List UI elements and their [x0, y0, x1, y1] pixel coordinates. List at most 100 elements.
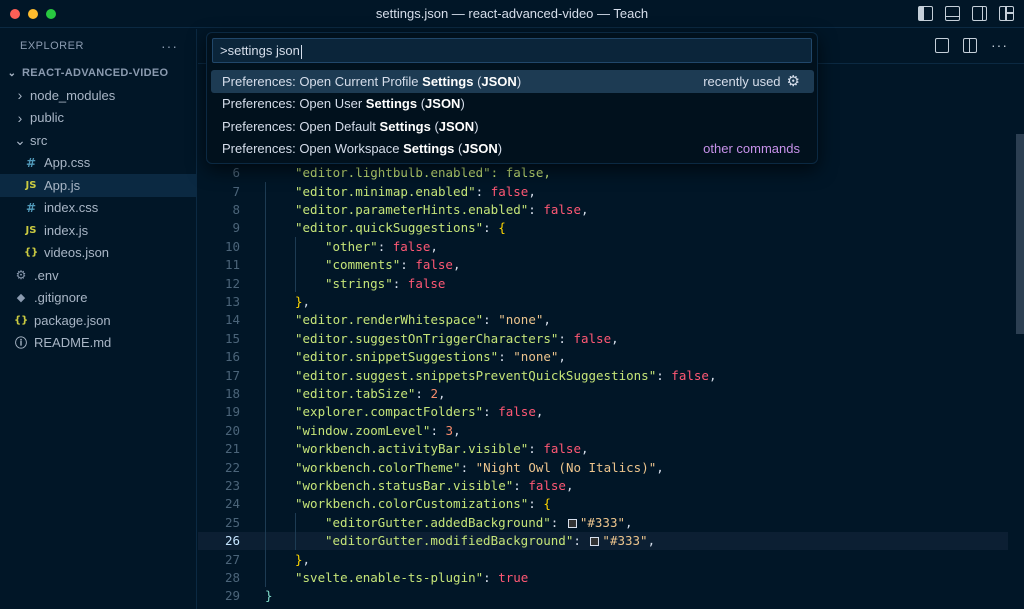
editor-scrollbar[interactable] [1016, 134, 1024, 334]
indent-guide [265, 200, 266, 219]
toggle-primary-sidebar-icon[interactable] [918, 6, 933, 21]
line-number: 24 [224, 496, 240, 512]
line-number: 25 [224, 514, 240, 530]
indent-guide [265, 531, 266, 550]
js-file-icon: JS [25, 179, 37, 191]
tree-item-gitignore[interactable]: ◆ .gitignore [0, 287, 196, 310]
code-token: : [656, 367, 672, 383]
line-number: 28 [224, 570, 240, 586]
line-number: 22 [224, 459, 240, 475]
command-palette-input[interactable]: >settings json [212, 38, 812, 63]
code-text: "workbench.colorTheme": "Night Owl (No I… [295, 460, 664, 475]
minimize-window-button[interactable] [28, 9, 38, 19]
tree-item-src[interactable]: ⌄ src [0, 129, 196, 152]
code-line: 6 "editor.lightbulb.enabled": false, [198, 164, 1008, 182]
code-token: } [265, 588, 273, 604]
code-token: "window.zoomLevel" [295, 422, 431, 438]
more-actions-icon[interactable]: ··· [991, 37, 1008, 53]
command-palette-item[interactable]: Preferences: Open Default Settings (JSON… [211, 115, 814, 138]
tree-item-readme-md[interactable]: ⓘ README.md [0, 332, 196, 355]
indent-guide [265, 476, 266, 495]
command-palette-item[interactable]: Preferences: Open Current Profile Settin… [211, 70, 814, 93]
command-palette-item[interactable]: Preferences: Open Workspace Settings (JS… [211, 138, 814, 161]
color-swatch-icon[interactable] [590, 537, 600, 547]
line-number: 13 [224, 294, 240, 310]
json-file-icon: {} [14, 314, 29, 326]
json-file-icon: {} [24, 247, 39, 259]
color-swatch-icon[interactable] [567, 518, 577, 528]
js-file-icon: JS [25, 224, 37, 236]
code-token: : [483, 404, 499, 420]
code-line: 19 "explorer.compactFolders": false, [198, 402, 1008, 422]
command-label: Preferences: Open User Settings (JSON) [222, 96, 465, 112]
project-folder[interactable]: ⌄ REACT-ADVANCED-VIDEO [0, 62, 196, 84]
indent-guide [265, 494, 266, 514]
code-token: "editor.suggestOnTriggerCharacters" [295, 330, 559, 346]
code-line: 16 "editor.snippetSuggestions": "none", [198, 347, 1008, 366]
code-text: }, [295, 552, 310, 567]
tree-item-index-js[interactable]: JS index.js [0, 219, 196, 242]
gear-icon[interactable]: ⚙ [787, 72, 800, 90]
tree-item-label: src [30, 132, 48, 148]
code-token: { [498, 220, 506, 236]
code-line: 24 "workbench.colorCustomizations": { [198, 494, 1008, 514]
tree-item-package-json[interactable]: {} package.json [0, 309, 196, 332]
code-line: 13}, [198, 292, 1008, 311]
close-window-button[interactable] [10, 9, 20, 19]
code-token: , [581, 441, 589, 457]
code-token: "editor.snippetSuggestions" [295, 349, 499, 365]
more-actions-icon[interactable]: ··· [161, 38, 178, 54]
line-number: 7 [232, 183, 240, 199]
code-text: "editorGutter.modifiedBackground": "#333… [325, 533, 655, 548]
open-settings-ui-icon[interactable] [935, 37, 949, 53]
split-editor-icon[interactable] [963, 37, 977, 53]
indent-guide [295, 531, 296, 550]
tree-item-app-js[interactable]: JS App.js [0, 174, 196, 197]
code-token: "other" [325, 238, 378, 254]
line-number: 15 [224, 330, 240, 346]
tree-item-videos-json[interactable]: {} videos.json [0, 242, 196, 265]
code-token: : [528, 202, 544, 218]
indent-guide [265, 218, 266, 238]
indent-guide [265, 513, 266, 532]
chevron-down-icon: ⌄ [7, 67, 17, 79]
code-token: , [302, 294, 311, 310]
code-text: "editor.snippetSuggestions": "none", [295, 349, 566, 364]
info-file-icon: ⓘ [14, 336, 27, 351]
code-token: "#333" [602, 533, 648, 549]
toggle-secondary-sidebar-icon[interactable] [972, 6, 987, 21]
window-controls [10, 9, 56, 19]
title-bar: settings.json — react-advanced-video — T… [0, 0, 1024, 28]
toggle-panel-icon[interactable] [945, 6, 960, 21]
tree-item-env[interactable]: ⚙ .env [0, 264, 196, 287]
code-token: : [460, 459, 476, 475]
code-token: false [573, 330, 612, 346]
code-text: "workbench.activityBar.visible": false, [295, 441, 589, 456]
code-token: : [498, 349, 514, 365]
indent-guide [295, 513, 296, 532]
customize-layout-icon[interactable] [999, 6, 1014, 21]
tree-item-label: index.css [44, 200, 99, 216]
code-line: 14 "editor.renderWhitespace": "none", [198, 310, 1008, 330]
command-palette-item[interactable]: Preferences: Open User Settings (JSON) [211, 93, 814, 116]
tree-item-label: .gitignore [34, 290, 88, 306]
code-token: , [558, 349, 566, 365]
code-line: 27}, [198, 550, 1008, 569]
line-number: 9 [232, 220, 240, 236]
code-token: : [558, 330, 574, 346]
code-text: } [265, 588, 273, 603]
indent-guide [265, 182, 266, 201]
tree-item-public[interactable]: › public [0, 107, 196, 130]
tree-item-app-css[interactable]: # App.css [0, 152, 196, 175]
code-token: false [392, 238, 431, 254]
code-token: : [483, 220, 499, 236]
code-token: "workbench.statusBar.visible" [295, 478, 514, 494]
tree-item-index-css[interactable]: # index.css [0, 197, 196, 220]
command-label: Preferences: Open Workspace Settings (JS… [222, 141, 503, 157]
recently-used-label: recently used ⚙ [703, 72, 800, 91]
code-token: "workbench.activityBar.visible" [295, 441, 529, 457]
code-text: "editor.minimap.enabled": false, [295, 184, 536, 199]
tree-item-node-modules[interactable]: › node_modules [0, 84, 196, 107]
code-token: "editor.renderWhitespace" [295, 312, 484, 328]
maximize-window-button[interactable] [46, 9, 56, 19]
